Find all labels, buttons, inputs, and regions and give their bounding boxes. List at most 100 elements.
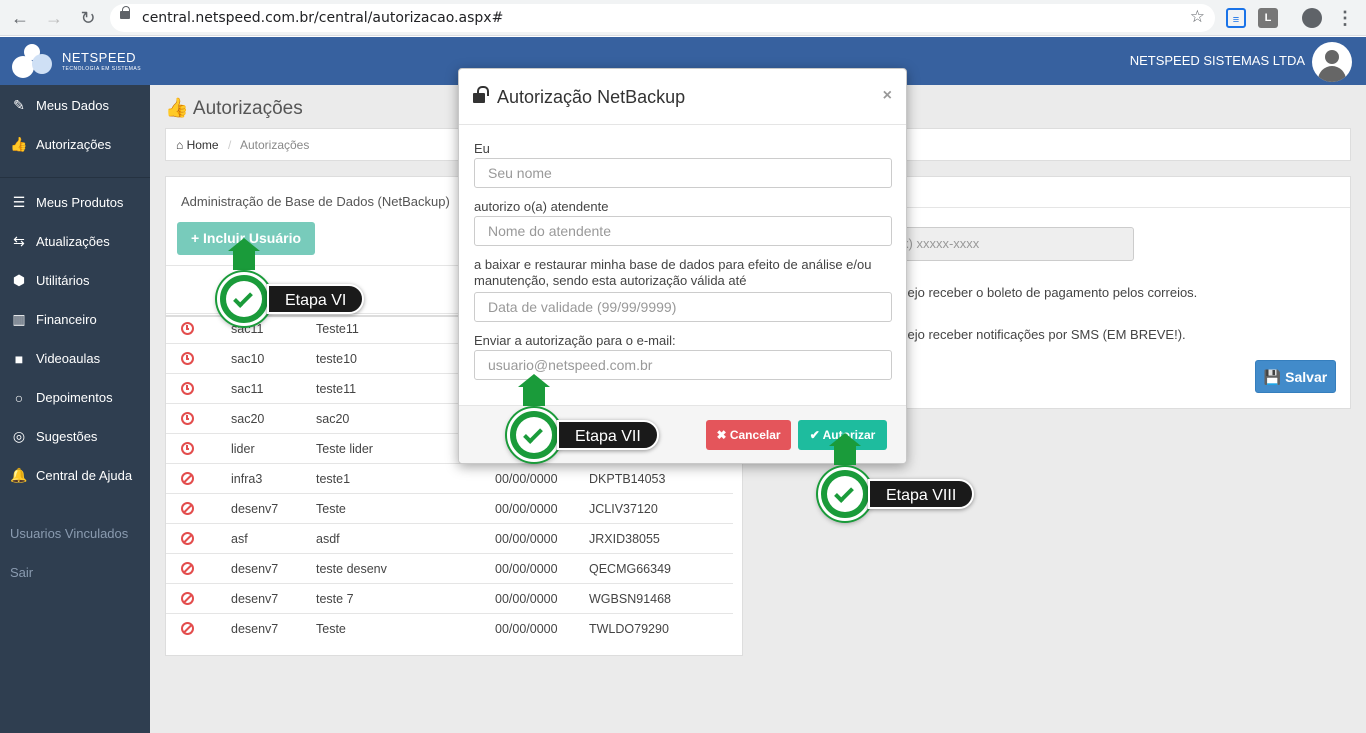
sidebar-item-label: Videoaulas	[36, 351, 101, 366]
atendente-input[interactable]	[474, 216, 892, 246]
sidebar-item-meus-dados[interactable]: ✎ Meus Dados	[0, 86, 150, 125]
step-label: Etapa VI	[267, 284, 365, 314]
cell-date: 00/00/0000	[495, 592, 558, 606]
clock-icon	[181, 442, 194, 455]
sms-option-text: sejo receber notificações por SMS (EM BR…	[901, 327, 1186, 342]
sidebar-item-label: Meus Produtos	[36, 195, 124, 210]
table-row[interactable]: desenv7 teste desenv 00/00/0000 QECMG66349	[166, 553, 733, 583]
bookmark-star-icon[interactable]: ☆	[1190, 7, 1205, 27]
page-title-text: Autorizações	[192, 98, 303, 119]
table-row[interactable]: desenv7 teste 7 00/00/0000 WGBSN91468	[166, 583, 733, 613]
breadcrumb-separator: /	[227, 138, 232, 152]
edit-icon: ✎	[13, 97, 25, 113]
cell-name: Teste	[316, 502, 346, 516]
cell-date: 00/00/0000	[495, 562, 558, 576]
sidebar-item-depoimentos[interactable]: ○ Depoimentos	[0, 378, 150, 417]
reload-icon[interactable]: ↻	[76, 6, 100, 30]
cell-date: 00/00/0000	[495, 532, 558, 546]
page-title: 👍 Autorizações	[165, 96, 303, 120]
close-icon[interactable]: ×	[883, 87, 892, 105]
ban-icon	[181, 592, 194, 605]
cell-date: 00/00/0000	[495, 502, 558, 516]
sidebar-item-sugestoes[interactable]: ◎ Sugestões	[0, 417, 150, 456]
menu-dots-icon[interactable]: ⋮	[1333, 6, 1357, 30]
sidebar-item-atualizacoes[interactable]: ⇆ Atualizações	[0, 222, 150, 261]
sidebar-item-meus-produtos[interactable]: ☰ Meus Produtos	[0, 183, 150, 222]
cell-name: Teste lider	[316, 442, 373, 456]
ban-icon	[181, 532, 194, 545]
retweet-icon: ⇆	[13, 233, 25, 249]
clock-icon	[181, 412, 194, 425]
label-baixar: a baixar e restaurar minha base de dados…	[474, 257, 872, 288]
save-icon: 💾	[1263, 369, 1282, 385]
sidebar-item-sair[interactable]: Sair	[0, 553, 150, 592]
table-row[interactable]: asf asdf 00/00/0000 JRXID38055	[166, 523, 733, 553]
cell-user: desenv7	[231, 592, 279, 606]
profile-icon[interactable]	[1302, 8, 1322, 28]
user-avatar[interactable]	[1312, 42, 1352, 82]
breadcrumb-home[interactable]: ⌂ Home	[176, 138, 219, 152]
check-icon	[523, 424, 543, 444]
sidebar: ✎ Meus Dados 👍 Autorizações ☰ Meus Produ…	[0, 85, 150, 733]
cell-name: teste10	[316, 352, 358, 366]
address-bar[interactable]: central.netspeed.com.br/central/autoriza…	[110, 4, 1215, 32]
breadcrumb-current: Autorizações	[239, 138, 310, 152]
table-row[interactable]: infra3 teste1 00/00/0000 DKPTB14053	[166, 463, 733, 493]
cell-code: JRXID38055	[589, 532, 660, 546]
bell-icon: 🔔	[10, 467, 28, 483]
logo-name: NETSPEED	[62, 50, 137, 65]
cell-user: desenv7	[231, 562, 279, 576]
sidebar-item-videoaulas[interactable]: ■ Videoaulas	[0, 339, 150, 378]
cell-name: asdf	[316, 532, 340, 546]
cell-name: teste11	[316, 382, 357, 396]
sidebar-item-label: Utilitários	[36, 273, 90, 288]
phone-input[interactable]: x) xxxxx-xxxx	[891, 227, 1134, 261]
netspeed-logo[interactable]: NETSPEED TECNOLOGIA EM SISTEMAS	[10, 42, 150, 80]
sidebar-item-financeiro[interactable]: ▥ Financeiro	[0, 300, 150, 339]
extension-l-icon[interactable]: L	[1258, 8, 1278, 28]
sidebar-item-label: Atualizações	[36, 234, 110, 249]
url-text: central.netspeed.com.br/central/autoriza…	[142, 10, 504, 26]
lock-icon	[120, 6, 130, 19]
sidebar-item-label: Meus Dados	[36, 98, 109, 113]
cell-code: QECMG66349	[589, 562, 671, 576]
back-icon[interactable]: ←	[8, 6, 32, 30]
sidebar-item-label: Financeiro	[36, 312, 97, 327]
cell-user: desenv7	[231, 622, 279, 636]
forward-icon[interactable]: →	[42, 6, 66, 30]
cell-name: sac20	[316, 412, 350, 426]
cancelar-button[interactable]: ✖ Cancelar	[706, 420, 791, 450]
boleto-option-text: sejo receber o boleto de pagamento pelos…	[901, 285, 1198, 300]
ban-icon	[181, 622, 194, 635]
step-label: Etapa VII	[557, 420, 659, 450]
company-name[interactable]: NETSPEED SISTEMAS LTDA	[1130, 53, 1305, 68]
label-email: Enviar a autorização para o e-mail:	[474, 333, 676, 348]
browser-toolbar: ← → ↻ central.netspeed.com.br/central/au…	[0, 0, 1366, 36]
cubes-icon: ⬢	[12, 272, 26, 288]
plus-icon: +	[190, 230, 200, 246]
cell-date: 00/00/0000	[495, 472, 558, 486]
comments-icon: ◎	[12, 428, 26, 444]
cell-name: Teste11	[316, 322, 359, 336]
nome-input[interactable]	[474, 158, 892, 188]
table-row[interactable]: desenv7 Teste 00/00/0000 JCLIV37120	[166, 493, 733, 523]
extension-icon[interactable]: ≡	[1226, 8, 1246, 28]
sidebar-item-central-de-ajuda[interactable]: 🔔 Central de Ajuda	[0, 456, 150, 495]
cell-code: TWLDO79290	[589, 622, 669, 636]
salvar-button[interactable]: 💾 Salvar	[1255, 360, 1336, 393]
clock-icon	[181, 352, 194, 365]
check-icon: ✔	[809, 428, 820, 442]
cell-code: JCLIV37120	[589, 502, 658, 516]
clock-icon	[181, 382, 194, 395]
cell-code: DKPTB14053	[589, 472, 666, 486]
thumbs-up-icon: 👍	[10, 136, 28, 152]
cell-name: teste desenv	[316, 562, 387, 576]
table-row[interactable]: desenv7 Teste 00/00/0000 TWLDO79290	[166, 613, 733, 643]
modal-title-text: Autorização NetBackup	[497, 87, 686, 107]
sidebar-item-usuarios-vinculados[interactable]: Usuarios Vinculados	[0, 514, 150, 553]
sidebar-item-utilitarios[interactable]: ⬢ Utilitários	[0, 261, 150, 300]
data-validade-input[interactable]	[474, 292, 892, 322]
cell-date: 00/00/0000	[495, 622, 558, 636]
ban-icon	[181, 562, 194, 575]
sidebar-item-autorizacoes[interactable]: 👍 Autorizações	[0, 125, 150, 164]
